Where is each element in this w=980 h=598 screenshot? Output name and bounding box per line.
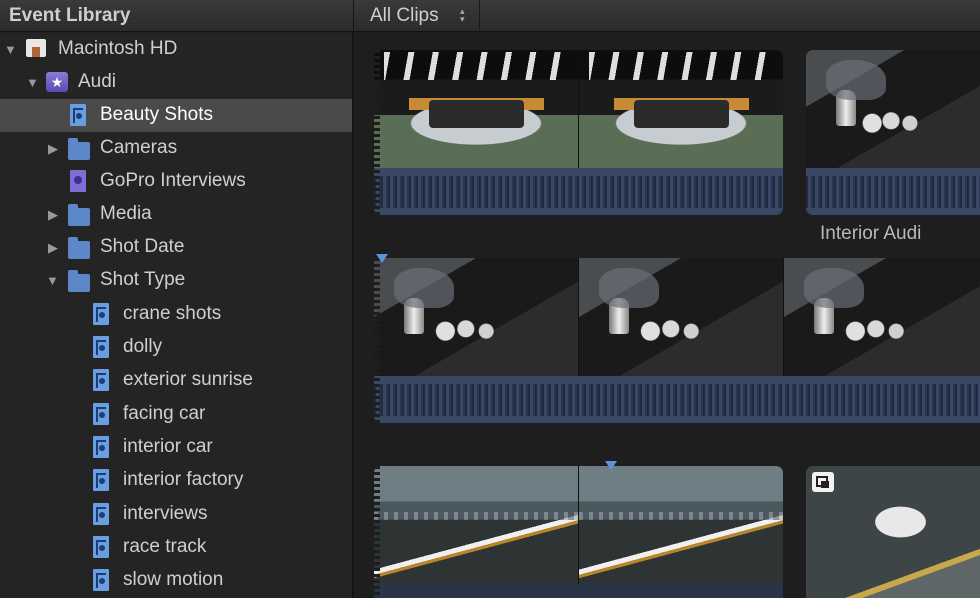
sidebar-item-cameras[interactable]: ▶ Cameras <box>0 132 352 165</box>
sidebar-item-dolly[interactable]: dolly <box>0 331 352 364</box>
sidebar-item-label: Shot Type <box>100 269 186 290</box>
clip-filmstrip[interactable] <box>374 466 783 598</box>
folder-icon <box>68 270 90 292</box>
audio-waveform <box>374 376 980 423</box>
clip-frames <box>374 258 980 376</box>
sidebar-item-label: interior car <box>123 436 213 457</box>
folder-icon <box>68 204 90 226</box>
disclosure-closed-icon[interactable]: ▶ <box>48 207 58 223</box>
sidebar-item-facing-car[interactable]: facing car <box>0 398 352 431</box>
smart-collection-icon <box>93 369 109 391</box>
clip-thumbnail <box>374 258 579 376</box>
sidebar-item-label: race track <box>123 536 207 557</box>
disclosure-open-icon[interactable]: ▼ <box>4 42 17 57</box>
folder-icon <box>68 138 90 160</box>
clip-thumbnail <box>784 258 980 376</box>
smart-collection-icon <box>93 536 109 558</box>
compound-clip-icon <box>812 472 834 492</box>
clip-compound[interactable] <box>806 466 980 598</box>
smart-collection-icon <box>93 569 109 591</box>
clip-frames <box>374 466 783 584</box>
clip-thumbnail <box>579 50 783 168</box>
clip-thumbnail <box>374 466 579 584</box>
sidebar-item-label: Beauty Shots <box>100 104 214 125</box>
sidebar-item-label: Shot Date <box>100 236 185 257</box>
sidebar-item-shot-date[interactable]: ▶ Shot Date <box>0 231 352 264</box>
sidebar-item-label: exterior sunrise <box>123 369 253 390</box>
clip-thumbnail <box>579 466 783 584</box>
clip-name-label: Interior Audi <box>820 223 922 244</box>
sidebar-item-label: interviews <box>123 503 208 524</box>
audio-waveform <box>374 168 783 215</box>
sidebar-item-label: facing car <box>123 403 206 424</box>
clip-continuation-edge <box>374 466 380 598</box>
clip-filmstrip[interactable] <box>374 258 980 423</box>
sidebar-item-label: crane shots <box>123 303 222 324</box>
sidebar-item-label: Audi <box>78 71 117 92</box>
event-library-sidebar: ▼ Macintosh HD ▼ ★ Audi Beauty Shots ▶ C… <box>0 33 354 598</box>
sidebar-item-label: Cameras <box>100 137 178 158</box>
header-bar: Event Library All Clips ▴ ▾ <box>0 0 980 32</box>
smart-collection-icon <box>93 303 109 325</box>
sidebar-item-gopro-interviews[interactable]: GoPro Interviews <box>0 165 352 198</box>
sidebar-item-label: dolly <box>123 336 163 357</box>
smart-collection-icon <box>93 503 109 525</box>
keyword-collection-icon <box>70 170 86 192</box>
sidebar-item-crane-shots[interactable]: crane shots <box>0 298 352 331</box>
clip-interior-audi[interactable] <box>806 50 980 215</box>
hard-drive-icon <box>26 39 46 57</box>
sidebar-item-exterior-sunrise[interactable]: exterior sunrise <box>0 364 352 397</box>
disclosure-closed-icon[interactable]: ▶ <box>48 240 58 256</box>
sidebar-item-interior-car[interactable]: interior car <box>0 431 352 464</box>
sidebar-item-audi[interactable]: ▼ ★ Audi <box>0 66 352 99</box>
event-star-icon: ★ <box>46 72 68 92</box>
sidebar-item-label: Media <box>100 203 152 224</box>
clip-continuation-edge <box>374 50 380 215</box>
sidebar-item-label: GoPro Interviews <box>100 170 246 191</box>
clip-browser: Interior Audi <box>356 33 980 598</box>
library-title: Event Library <box>9 5 131 26</box>
sidebar-item-label: Macintosh HD <box>58 38 178 59</box>
clip-frames <box>374 50 783 168</box>
clips-filter-label: All Clips <box>370 5 439 26</box>
sidebar-item-macintosh-hd[interactable]: ▼ Macintosh HD <box>0 33 352 66</box>
sidebar-item-shot-type[interactable]: ▼ Shot Type <box>0 264 352 297</box>
disclosure-open-icon[interactable]: ▼ <box>26 75 39 90</box>
smart-collection-icon <box>93 469 109 491</box>
clip-frames <box>806 50 980 168</box>
smart-collection-icon <box>70 104 86 126</box>
clip-filmstrip[interactable] <box>374 50 783 215</box>
updown-arrows-icon: ▴ ▾ <box>460 6 465 24</box>
sidebar-item-interior-factory[interactable]: interior factory <box>0 464 352 497</box>
folder-icon <box>68 237 90 259</box>
sidebar-item-media[interactable]: ▶ Media <box>0 198 352 231</box>
sidebar-item-label: slow motion <box>123 569 224 590</box>
clip-thumbnail <box>579 258 784 376</box>
library-header: Event Library <box>0 0 354 32</box>
sidebar-item-beauty-shots[interactable]: Beauty Shots <box>0 99 352 132</box>
clip-thumbnail <box>374 50 579 168</box>
sidebar-item-slow-motion[interactable]: slow motion <box>0 564 352 597</box>
sidebar-item-interviews[interactable]: interviews <box>0 498 352 531</box>
clip-continuation-edge <box>374 258 380 423</box>
sidebar-item-label: interior factory <box>123 469 244 490</box>
disclosure-closed-icon[interactable]: ▶ <box>48 141 58 157</box>
sidebar-item-race-track[interactable]: race track <box>0 531 352 564</box>
smart-collection-icon <box>93 336 109 358</box>
clips-filter-popup[interactable]: All Clips ▴ ▾ <box>356 0 480 32</box>
smart-collection-icon <box>93 436 109 458</box>
audio-waveform <box>806 168 980 215</box>
smart-collection-icon <box>93 403 109 425</box>
clip-thumbnail <box>806 50 980 168</box>
disclosure-open-icon[interactable]: ▼ <box>46 273 59 288</box>
